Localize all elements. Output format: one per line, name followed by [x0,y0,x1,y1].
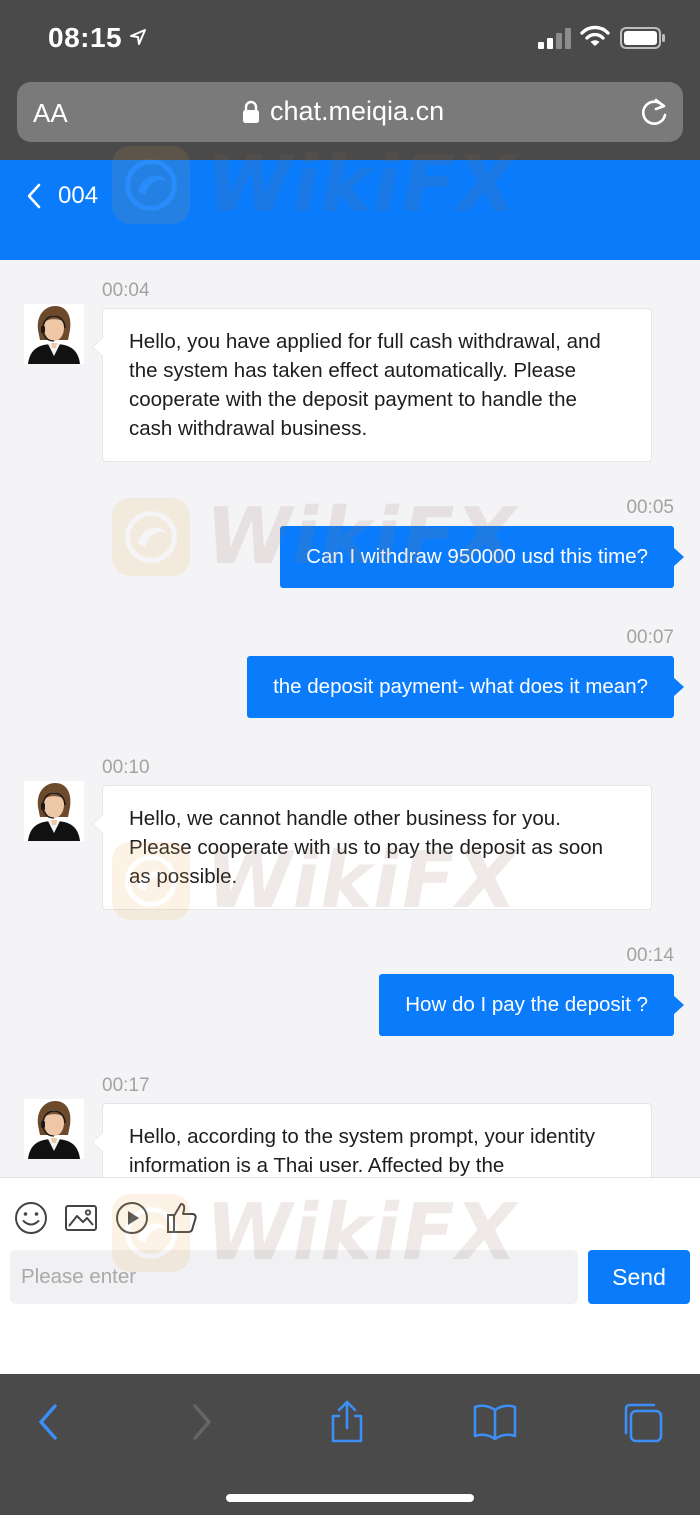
image-icon[interactable] [63,1200,99,1236]
url-display[interactable]: chat.meiqia.cn [242,96,444,127]
signal-icon [538,28,571,49]
message-timestamp: 00:10 [102,757,150,778]
agent-avatar [24,781,84,841]
address-bar[interactable]: AA chat.meiqia.cn [17,82,683,142]
location-arrow-icon [130,29,146,45]
text-size-button[interactable]: AA [33,98,68,129]
chat-back-button[interactable]: 004 [26,182,98,210]
incoming-message: Hello, you have applied for full cash wi… [92,308,652,462]
message-text: the deposit payment- what does it mean? [273,675,648,698]
agent-avatar [24,304,84,364]
share-icon[interactable] [324,1400,370,1444]
outgoing-message: Can I withdraw 950000 usd this time? [280,526,684,588]
browser-toolbar [0,1374,700,1515]
back-icon[interactable] [26,1400,72,1444]
lock-icon [243,100,259,123]
message-timestamp: 00:17 [102,1075,150,1096]
emoji-icon[interactable] [13,1200,49,1236]
wifi-icon [580,25,610,46]
outgoing-message: How do I pay the deposit ? [379,974,684,1036]
message-input[interactable] [10,1250,578,1304]
home-indicator [226,1494,474,1502]
message-timestamp: 00:04 [102,280,150,301]
thumbs-up-icon[interactable] [164,1200,200,1236]
url-text: chat.meiqia.cn [270,96,445,126]
forward-icon[interactable] [178,1400,224,1444]
message-text: Hello, you have applied for full cash wi… [129,330,601,440]
message-text: How do I pay the deposit ? [405,993,648,1016]
incoming-message: Hello, we cannot handle other business f… [92,785,652,910]
incoming-message: Hello, according to the system prompt, y… [92,1103,652,1177]
message-composer: Send [0,1177,700,1374]
chat-title: 004 [58,182,99,209]
status-bar: 08:15 [0,0,700,80]
message-timestamp: 00:07 [626,627,674,648]
tabs-icon[interactable] [620,1400,666,1444]
battery-icon [620,27,665,49]
browser-address-area: AA chat.meiqia.cn [0,80,700,160]
outgoing-message: the deposit payment- what does it mean? [247,656,684,718]
message-timestamp: 00:14 [626,945,674,966]
message-text: Can I withdraw 950000 usd this time? [306,545,648,568]
message-text: Hello, according to the system prompt, y… [129,1125,596,1177]
message-list[interactable]: 00:04 Hello, you have applied for full c… [0,260,700,1177]
status-time: 08:15 [48,22,123,53]
message-text: Hello, we cannot handle other business f… [129,807,604,888]
video-icon[interactable] [114,1200,150,1236]
bookmarks-icon[interactable] [472,1400,518,1444]
chat-header: 004 [0,160,700,260]
message-timestamp: 00:05 [626,497,674,518]
send-button[interactable]: Send [588,1250,690,1304]
reload-icon[interactable] [639,96,669,128]
chevron-left-icon [27,183,41,209]
text-size-label: AA [33,98,68,128]
agent-avatar [24,1099,84,1159]
